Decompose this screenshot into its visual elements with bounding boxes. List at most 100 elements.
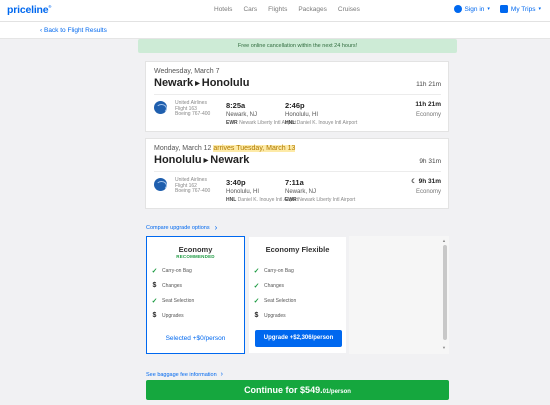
compare-link-label: Compare upgrade options [146,224,210,231]
return-flight-card: Monday, March 12 arrives Tuesday, March … [145,138,449,209]
feature-carry-on: ✓ Carry-on Bag [151,267,192,275]
compare-upgrade-options-link[interactable]: Compare upgrade options › [146,223,217,232]
arrival-airport: HNL Daniel K. Inouye Intl Airport [285,120,357,126]
suitcase-icon [499,5,508,13]
arrival-code: EWR [285,197,297,203]
fare-name: Economy [178,245,213,254]
departure-code: EWR [226,120,238,126]
departure-time: 8:25a [226,101,246,110]
priceline-logo[interactable]: priceline® [7,4,51,16]
arrival-city: Newark, NJ [285,189,317,195]
selected-fare-label[interactable]: Selected +$0/person [147,335,244,342]
arrival-airport-name: Daniel K. Inouye Intl Airport [296,120,358,126]
feature-label: Changes [162,282,183,289]
back-to-results-link[interactable]: ‹ Back to Flight Results [40,27,107,34]
flight-route: Honolulu ▶ Newark [154,154,249,166]
arrival-code: HNL [285,120,296,126]
sign-in-menu[interactable]: Sign in ▾ [453,5,490,13]
arrival-time: 7:11a [285,178,304,187]
scrollbar-thumb[interactable] [443,245,447,340]
nav-link-cruises[interactable]: Cruises [338,6,360,13]
feature-seat-selection: ✓ Seat Selection [253,297,297,305]
recommended-badge: RECOMMENDED [176,254,215,259]
arrow-right-icon: ▶ [195,80,200,87]
departure-city: Newark, NJ [226,112,258,118]
feature-changes: $ Changes [151,282,182,289]
nav-link-hotels[interactable]: Hotels [214,6,232,13]
user-icon [453,5,462,13]
flight-route: Newark ▶ Honolulu [154,77,249,89]
arrival-airport: EWR Newark Liberty Intl Airport [285,197,355,203]
total-duration: 9h 31m [419,158,441,165]
scroll-down-icon[interactable]: ▼ [442,345,446,350]
nav-link-packages[interactable]: Packages [298,6,327,13]
fare-name: Economy Flexible [265,245,330,254]
arrow-right-icon: ▶ [203,157,209,164]
cabin-class: Economy [415,189,441,195]
divider [154,171,441,172]
check-icon: ✓ [253,283,260,290]
top-nav: priceline® Hotels Cars Flights Packages … [0,0,550,22]
arrival-airport-name: Newark Liberty Intl Airport [298,197,356,203]
continue-per: /person [329,389,351,395]
aircraft-type: Boeing 767-400 [175,188,211,194]
segment-duration: ☾ 9h 31m [411,178,441,185]
dollar-icon: $ [254,312,259,319]
feature-seat-selection: ✓ Seat Selection [151,297,195,305]
nav-link-cars[interactable]: Cars [243,6,257,13]
destination-city: Newark [210,154,250,166]
upgrade-button[interactable]: Upgrade +$2,306/person [255,330,342,347]
cabin-class: Economy [415,112,441,118]
feature-label: Upgrades [162,312,184,319]
my-trips-label: My Trips [510,5,536,13]
airline-info: United Airlines Flight 162 Boeing 767-40… [175,177,211,195]
origin-city: Honolulu [154,154,202,166]
total-duration: 11h 21m [416,81,441,88]
continue-label: Continue for $549. [244,385,323,395]
scroll-up-icon[interactable]: ▲ [442,238,446,243]
check-icon: ✓ [151,298,158,305]
chevron-right-icon: › [220,371,223,378]
main-nav-links: Hotels Cars Flights Packages Cruises [214,6,360,13]
feature-label: Seat Selection [264,298,297,304]
fare-scroll-area [349,236,449,354]
feature-upgrades: $ Upgrades [253,312,286,319]
back-link-label: Back to Flight Results [43,27,107,34]
nav-link-flights[interactable]: Flights [268,6,287,13]
united-airlines-logo [154,178,167,191]
fare-option-economy-flexible: Economy Flexible Upgrade +$2,306/person [248,236,347,354]
departure-code: HNL [226,197,237,203]
arrival-time: 2:46p [285,101,305,110]
arrives-next-day-note: arrives Tuesday, March 13 [213,145,296,152]
check-icon: ✓ [151,268,158,275]
feature-upgrades: $ Upgrades [151,312,184,319]
feature-label: Upgrades [264,312,286,319]
my-trips-menu[interactable]: My Trips ▾ [499,5,541,13]
continue-button[interactable]: Continue for $549.01/person [146,380,449,400]
chevron-down-icon: ▾ [487,6,490,12]
flight-date: Wednesday, March 7 [154,68,220,75]
outbound-flight-card: Wednesday, March 7 Newark ▶ Honolulu 11h… [145,61,449,132]
origin-city: Newark [154,77,194,89]
sign-in-label: Sign in [464,5,485,13]
check-icon: ✓ [253,268,260,275]
chevron-down-icon: ▾ [538,6,541,12]
flight-date-value: Monday, March 12 [154,145,212,152]
united-airlines-logo [154,101,167,114]
moon-icon: ☾ [411,179,417,185]
dollar-icon: $ [152,312,157,319]
flight-date: Monday, March 12 arrives Tuesday, March … [154,145,296,152]
airline-info: United Airlines Flight 163 Boeing 767-40… [175,100,210,118]
fare-option-economy[interactable]: Economy RECOMMENDED Selected +$0/person [146,236,245,354]
departure-time: 3:40p [226,178,246,187]
segment-duration-value: 11h 21m [415,101,441,108]
feature-label: Seat Selection [162,298,195,304]
divider [154,94,441,95]
chevron-right-icon: › [214,223,218,232]
feature-label: Changes [264,283,285,289]
baggage-fee-link[interactable]: See baggage fee information › [146,371,223,378]
sub-header: ‹ Back to Flight Results [0,22,550,39]
arrival-city: Honolulu, HI [285,112,319,118]
baggage-link-label: See baggage fee information [146,371,217,378]
segment-duration: 11h 21m [415,101,441,108]
